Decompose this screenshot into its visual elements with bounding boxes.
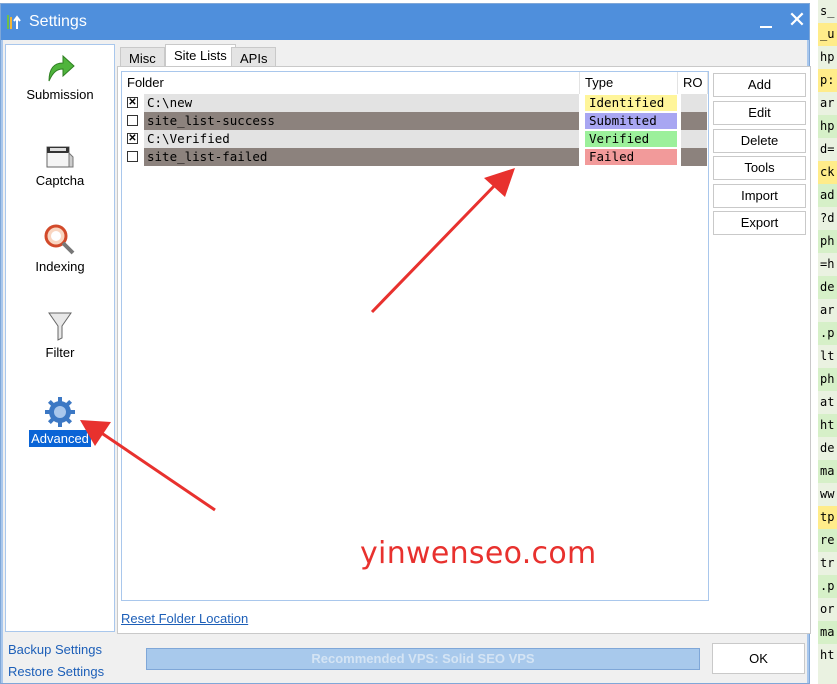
bg-line: or (820, 602, 835, 616)
bg-line: ma (818, 621, 837, 644)
reset-folder-location-link[interactable]: Reset Folder Location (121, 611, 248, 626)
submission-arrow-icon (48, 54, 75, 82)
sidebar-item-label: Advanced (6, 429, 114, 448)
sidebar-item-captcha[interactable]: Captcha (6, 135, 114, 195)
watermark-text: yinwenseo.com (360, 536, 597, 571)
sidebar-item-advanced-label: Advanced (28, 429, 92, 448)
export-button[interactable]: Export (713, 211, 806, 235)
bg-line: re (818, 529, 837, 552)
minimize-icon[interactable] (753, 8, 779, 34)
ok-button[interactable]: OK (712, 643, 805, 674)
bg-line: hp (820, 50, 835, 64)
sidebar-item-filter[interactable]: Filter (6, 307, 114, 367)
bg-line: ck (818, 161, 837, 184)
table-row[interactable]: site_list-success Submitted (122, 112, 708, 130)
bg-line: tp (818, 506, 837, 529)
column-header-folder[interactable]: Folder (122, 72, 580, 94)
bg-line: hp (818, 115, 837, 138)
bg-line: at (820, 395, 835, 409)
sidebar-item-label: Filter (45, 345, 75, 360)
row-checkbox[interactable] (127, 151, 138, 162)
app-icon (7, 15, 21, 29)
column-header-ro[interactable]: RO (678, 72, 708, 94)
captcha-icon (46, 146, 74, 168)
bg-line: =h (820, 257, 835, 271)
table-row[interactable]: ✕ C:\new Identified (122, 94, 708, 112)
bg-line: ht (818, 414, 837, 437)
site-list-table[interactable]: Folder Type RO ✕ C:\new Identified site_… (121, 71, 709, 601)
tools-button[interactable]: Tools (713, 156, 806, 180)
sidebar-item-submission[interactable]: Submission (6, 49, 114, 109)
row-checkbox[interactable]: ✕ (127, 133, 138, 144)
indexing-icon (44, 224, 75, 255)
window-client-area: Submission Captcha Indexing Filter Advan… (3, 40, 811, 683)
bg-line: p: (818, 69, 837, 92)
ro-cell (681, 130, 707, 148)
row-checkbox[interactable] (127, 115, 138, 126)
type-cell: Submitted (585, 113, 677, 129)
row-checkbox[interactable]: ✕ (127, 97, 138, 108)
restore-settings-link[interactable]: Restore Settings (8, 664, 104, 679)
backup-settings-link[interactable]: Backup Settings (8, 642, 102, 657)
settings-window: Settings ✕ Submission Captcha Indexing F… (0, 3, 811, 684)
bg-line: d= (820, 142, 835, 156)
bg-line: ar (820, 303, 835, 317)
close-icon[interactable]: ✕ (783, 6, 811, 34)
advanced-gear-icon (45, 397, 75, 427)
column-header-type[interactable]: Type (580, 72, 678, 94)
sidebar-item-label: Indexing (35, 259, 85, 274)
bg-line: s_ (820, 4, 835, 18)
background-window-strip: s_ _u hp p: ar hp d= ck ad ?d ph =h de a… (818, 0, 837, 684)
sidebar-item-advanced[interactable]: Advanced (6, 393, 114, 453)
window-title: Settings (29, 13, 87, 30)
ro-cell (681, 112, 707, 130)
folder-cell: C:\new (144, 94, 579, 112)
bg-line: ?d (820, 211, 835, 225)
bg-line: ph (818, 230, 837, 253)
bg-line: _u (818, 23, 837, 46)
bg-line: .p (818, 575, 837, 598)
filter-funnel-icon (48, 312, 72, 341)
type-cell: Verified (585, 131, 677, 147)
bg-line: de (818, 276, 837, 299)
folder-cell: C:\Verified (144, 130, 579, 148)
title-bar[interactable]: Settings ✕ (1, 4, 809, 40)
type-cell: Failed (585, 149, 677, 165)
bg-line: ad (818, 184, 837, 207)
sidebar-item-indexing[interactable]: Indexing (6, 221, 114, 281)
delete-button[interactable]: Delete (713, 129, 806, 153)
bg-line: .p (818, 322, 837, 345)
folder-cell: site_list-failed (144, 148, 579, 166)
bg-line: ww (820, 487, 835, 501)
ro-cell (681, 148, 707, 166)
bg-line: ar (820, 96, 835, 110)
recommended-vps-bar[interactable]: Recommended VPS: Solid SEO VPS (146, 648, 700, 670)
sidebar: Submission Captcha Indexing Filter Advan… (5, 44, 115, 632)
ro-cell (681, 94, 707, 112)
bg-line: lt (820, 349, 835, 363)
sidebar-item-label: Captcha (35, 173, 85, 188)
add-button[interactable]: Add (713, 73, 806, 97)
edit-button[interactable]: Edit (713, 101, 806, 125)
table-row[interactable]: site_list-failed Failed (122, 148, 708, 166)
import-button[interactable]: Import (713, 184, 806, 208)
table-row[interactable]: ✕ C:\Verified Verified (122, 130, 708, 148)
folder-cell: site_list-success (144, 112, 579, 130)
bg-line: ht (820, 648, 835, 662)
bg-line: ph (818, 368, 837, 391)
bg-line: de (820, 441, 835, 455)
type-cell: Identified (585, 95, 677, 111)
sidebar-item-label: Submission (26, 87, 94, 102)
bg-line: tr (820, 556, 835, 570)
bg-line: ma (818, 460, 837, 483)
